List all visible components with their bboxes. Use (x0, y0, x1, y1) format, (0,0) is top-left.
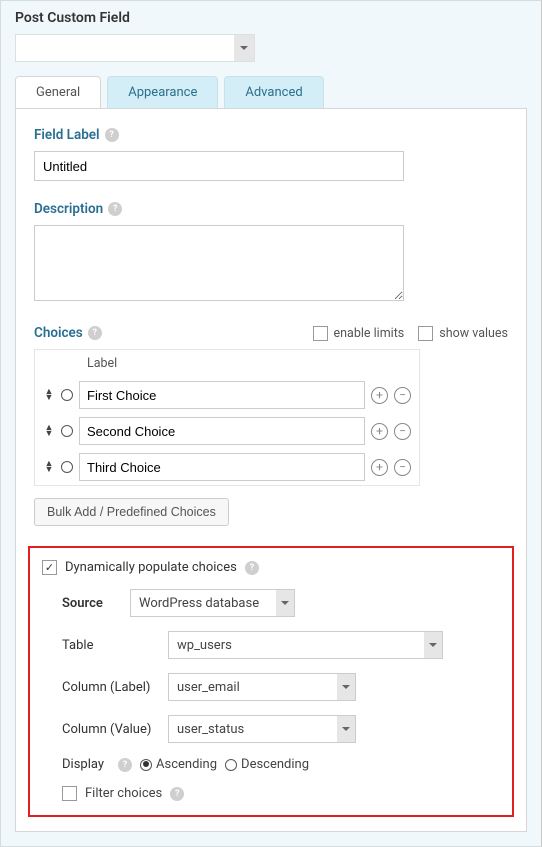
choice-label-input[interactable] (79, 417, 365, 445)
choices-column-header: Label (35, 350, 419, 377)
help-icon[interactable]: ? (170, 787, 184, 801)
help-icon[interactable]: ? (105, 128, 119, 142)
settings-tabs: General Appearance Advanced (1, 76, 541, 108)
source-label: Source (62, 596, 122, 611)
remove-choice-icon[interactable]: − (394, 423, 411, 440)
help-icon[interactable]: ? (245, 561, 259, 575)
enable-limits-checkbox[interactable]: enable limits (313, 326, 405, 341)
column-value-select[interactable]: user_status (168, 715, 356, 743)
choice-row: ▲▼ + − (35, 449, 419, 485)
field-label-heading: Field Label (34, 127, 100, 143)
checkbox-icon (313, 326, 328, 341)
add-choice-icon[interactable]: + (371, 423, 388, 440)
custom-field-select[interactable] (15, 34, 255, 62)
tab-advanced[interactable]: Advanced (224, 76, 323, 108)
help-icon[interactable]: ? (108, 202, 122, 216)
choices-heading: Choices (34, 325, 83, 341)
remove-choice-icon[interactable]: − (394, 459, 411, 476)
field-label-input[interactable] (34, 151, 404, 181)
chevron-down-icon (337, 716, 355, 742)
post-custom-field-panel: Post Custom Field General Appearance Adv… (0, 0, 542, 847)
column-value-label: Column (Value) (62, 722, 160, 737)
chevron-down-icon (424, 632, 442, 658)
sort-handle-icon[interactable]: ▲▼ (43, 390, 55, 400)
filter-choices-checkbox[interactable] (62, 786, 77, 801)
choice-row: ▲▼ + − (35, 377, 419, 413)
show-values-checkbox[interactable]: show values (418, 326, 508, 341)
chevron-down-icon (276, 590, 294, 616)
default-choice-radio[interactable] (61, 461, 73, 473)
filter-choices-label: Filter choices (85, 786, 162, 801)
add-choice-icon[interactable]: + (371, 459, 388, 476)
table-label: Table (62, 638, 160, 653)
sort-handle-icon[interactable]: ▲▼ (43, 462, 55, 472)
sort-descending-radio[interactable]: Descending (225, 757, 309, 772)
checkbox-icon (418, 326, 433, 341)
dynamic-populate-label: Dynamically populate choices (65, 560, 237, 575)
dynamic-populate-section: Dynamically populate choices ? Source Wo… (28, 546, 514, 817)
help-icon[interactable]: ? (88, 326, 102, 340)
help-icon[interactable]: ? (118, 758, 132, 772)
column-label-label: Column (Label) (62, 680, 160, 695)
tab-appearance[interactable]: Appearance (107, 76, 218, 108)
description-textarea[interactable] (34, 225, 404, 301)
table-select[interactable]: wp_users (168, 631, 443, 659)
description-heading: Description (34, 201, 103, 217)
chevron-down-icon (234, 35, 254, 61)
radio-icon (140, 759, 152, 771)
sort-handle-icon[interactable]: ▲▼ (43, 426, 55, 436)
choice-row: ▲▼ + − (35, 413, 419, 449)
choice-label-input[interactable] (79, 381, 365, 409)
tab-general[interactable]: General (15, 76, 101, 108)
column-label-select[interactable]: user_email (168, 673, 356, 701)
chevron-down-icon (337, 674, 355, 700)
choices-table: Label ▲▼ + − ▲▼ + − ▲▼ (34, 349, 420, 486)
choice-label-input[interactable] (79, 453, 365, 481)
default-choice-radio[interactable] (61, 425, 73, 437)
dynamic-populate-checkbox[interactable] (42, 560, 57, 575)
remove-choice-icon[interactable]: − (394, 387, 411, 404)
sort-ascending-radio[interactable]: Ascending (140, 757, 217, 772)
source-select[interactable]: WordPress database (130, 589, 295, 617)
tab-content-general: Field Label ? Description ? Choices ? (15, 108, 527, 832)
display-label: Display (62, 757, 110, 772)
radio-icon (225, 759, 237, 771)
default-choice-radio[interactable] (61, 389, 73, 401)
add-choice-icon[interactable]: + (371, 387, 388, 404)
bulk-add-button[interactable]: Bulk Add / Predefined Choices (34, 498, 229, 526)
panel-title: Post Custom Field (1, 1, 541, 34)
